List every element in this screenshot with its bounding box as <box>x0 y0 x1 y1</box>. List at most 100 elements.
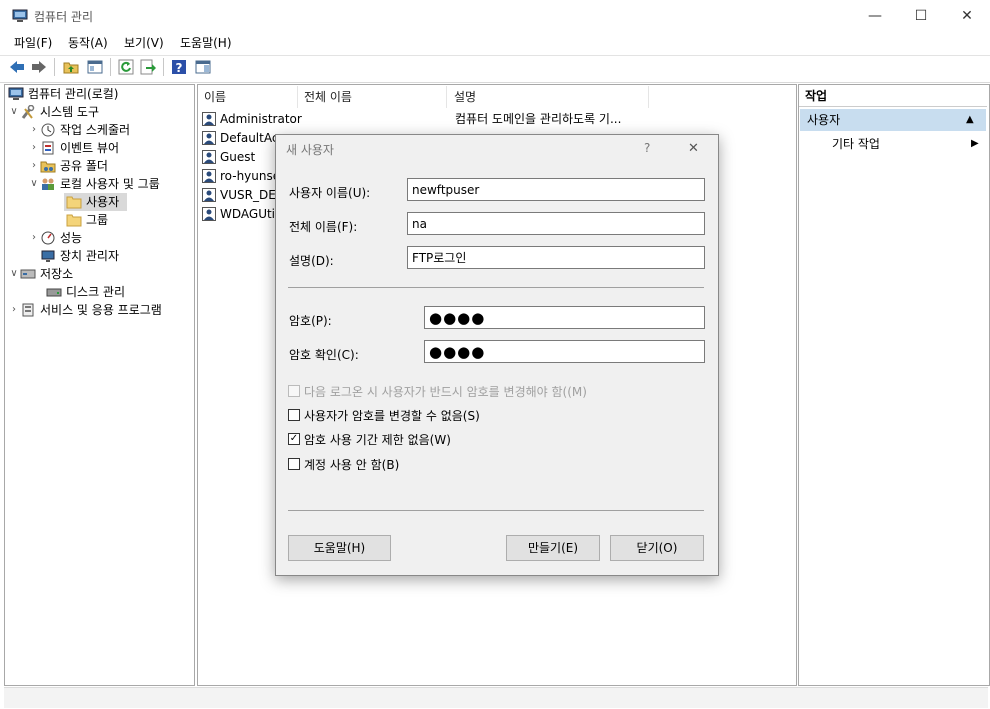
up-folder-icon[interactable] <box>62 58 80 76</box>
user-name: VUSR_DES <box>220 188 275 202</box>
minimize-button[interactable]: — <box>852 0 898 32</box>
users-group-icon <box>40 177 56 191</box>
tree-item-task-scheduler[interactable]: › 작업 스케줄러 <box>28 121 130 139</box>
tree-item-computer-management[interactable]: 컴퓨터 관리(로컬) <box>8 85 118 103</box>
chevron-right-icon[interactable]: › <box>28 139 40 157</box>
user-icon <box>202 169 216 183</box>
description-field[interactable]: FTP로그인 <box>407 246 705 269</box>
tree-item-label: 이벤트 뷰어 <box>60 141 120 155</box>
shared-folder-icon <box>40 159 56 173</box>
table-row[interactable]: WDAGUtil <box>202 205 275 224</box>
tree-item-storage[interactable]: ∨ 저장소 <box>8 265 73 283</box>
menu-action[interactable]: 동작(A) <box>68 34 108 51</box>
event-viewer-icon <box>40 141 56 155</box>
tree-item-label: 공유 폴더 <box>60 159 108 173</box>
confirm-password-field[interactable]: ●●●● <box>424 340 705 363</box>
tree-item-label: 작업 스케줄러 <box>60 123 131 137</box>
user-icon <box>202 131 216 145</box>
close-button[interactable]: 닫기(O) <box>610 535 704 561</box>
services-icon <box>20 303 36 317</box>
user-name: Administrator <box>220 112 302 126</box>
user-icon <box>202 112 216 126</box>
table-row[interactable]: ro-hyunse <box>202 167 275 186</box>
confirm-password-label: 암호 확인(C): <box>289 348 359 362</box>
table-row[interactable]: DefaultAcc <box>202 129 278 148</box>
username-field[interactable]: newftpuser <box>407 178 705 201</box>
menu-help[interactable]: 도움말(H) <box>180 34 232 51</box>
back-arrow-icon[interactable] <box>8 58 26 76</box>
tree-item-performance[interactable]: › 성능 <box>28 229 82 247</box>
tree-item-label: 시스템 도구 <box>40 105 100 119</box>
dialog-help-button[interactable]: ? <box>644 141 650 155</box>
user-icon <box>202 188 216 202</box>
actions-section-label: 사용자 <box>807 113 841 127</box>
show-hide-tree-icon[interactable] <box>86 58 104 76</box>
refresh-icon[interactable] <box>117 58 135 76</box>
dialog-close-button[interactable]: ✕ <box>688 141 699 156</box>
tree-item-users[interactable]: 사용자 <box>66 193 119 211</box>
action-more-actions[interactable]: 기타 작업 <box>832 135 880 153</box>
device-manager-icon <box>40 249 56 263</box>
forward-arrow-icon[interactable] <box>30 58 48 76</box>
toolbar-separator <box>163 58 164 76</box>
divider <box>288 510 704 511</box>
menu-view[interactable]: 보기(V) <box>124 34 164 51</box>
show-action-pane-icon[interactable] <box>194 58 212 76</box>
user-name: ro-hyunse <box>220 169 275 183</box>
tree-item-label: 저장소 <box>40 267 74 281</box>
tree-item-label: 로컬 사용자 및 그룹 <box>60 177 160 191</box>
description-label: 설명(D): <box>289 254 334 268</box>
tree-item-label: 컴퓨터 관리(로컬) <box>28 87 119 101</box>
disk-icon <box>46 285 62 299</box>
column-header-full-name[interactable]: 전체 이름 <box>298 86 447 108</box>
tree-item-shared-folders[interactable]: › 공유 폴더 <box>28 157 108 175</box>
tools-icon <box>20 104 36 119</box>
table-row[interactable]: Administrator <box>202 110 302 129</box>
collapse-arrow-icon[interactable]: ▲ <box>966 111 974 129</box>
actions-header: 작업 <box>799 85 987 107</box>
must-change-password-checkbox[interactable] <box>288 385 300 397</box>
chevron-down-icon[interactable]: ∨ <box>8 103 20 121</box>
help-button[interactable]: 도움말(H) <box>288 535 391 561</box>
tree-item-event-viewer[interactable]: › 이벤트 뷰어 <box>28 139 119 157</box>
full-name-label: 전체 이름(F): <box>289 220 358 234</box>
computer-management-icon <box>12 9 28 23</box>
close-window-button[interactable]: ✕ <box>944 0 990 32</box>
title-bar <box>0 0 990 32</box>
tree-item-groups[interactable]: 그룹 <box>66 211 108 229</box>
tree-item-services-applications[interactable]: › 서비스 및 응용 프로그램 <box>8 301 162 319</box>
tree-item-device-manager[interactable]: 장치 관리자 <box>40 247 119 265</box>
user-description: 컴퓨터 도메인을 관리하도록 기... <box>455 112 622 126</box>
user-icon <box>202 207 216 221</box>
chevron-down-icon[interactable]: ∨ <box>28 175 40 193</box>
actions-pane <box>798 84 990 686</box>
password-never-expires-label: 암호 사용 기간 제한 없음(W) <box>304 433 451 447</box>
chevron-right-icon[interactable]: › <box>28 121 40 139</box>
tree-item-label: 사용자 <box>86 195 120 209</box>
help-icon[interactable]: ? <box>170 58 188 76</box>
chevron-right-icon[interactable]: › <box>28 229 40 247</box>
password-field[interactable]: ●●●● <box>424 306 705 329</box>
tree-item-system-tools[interactable]: ∨ 시스템 도구 <box>8 103 99 121</box>
menu-file[interactable]: 파일(F) <box>14 34 52 51</box>
chevron-down-icon[interactable]: ∨ <box>8 265 20 283</box>
column-header-name[interactable]: 이름 <box>198 86 298 108</box>
performance-icon <box>40 231 56 245</box>
table-row[interactable]: VUSR_DES <box>202 186 275 205</box>
tree-item-local-users-groups[interactable]: ∨ 로컬 사용자 및 그룹 <box>28 175 160 193</box>
cannot-change-password-checkbox[interactable] <box>288 409 300 421</box>
full-name-field[interactable]: na <box>407 212 705 235</box>
account-disabled-checkbox[interactable] <box>288 458 300 470</box>
must-change-password-label: 다음 로그온 시 사용자가 반드시 암호를 변경해야 함((M) <box>304 385 587 399</box>
export-list-icon[interactable] <box>139 58 157 76</box>
password-never-expires-checkbox[interactable]: ✓ <box>288 433 300 445</box>
column-header-description[interactable]: 설명 <box>448 86 649 108</box>
maximize-button[interactable]: ☐ <box>898 0 944 32</box>
tree-item-disk-management[interactable]: 디스크 관리 <box>46 283 125 301</box>
tree-item-label: 성능 <box>60 231 83 245</box>
create-button[interactable]: 만들기(E) <box>506 535 600 561</box>
chevron-right-icon[interactable]: › <box>8 301 20 319</box>
table-row[interactable]: Guest <box>202 148 278 167</box>
chevron-right-icon[interactable]: › <box>28 157 40 175</box>
tree-item-label: 장치 관리자 <box>60 249 120 263</box>
